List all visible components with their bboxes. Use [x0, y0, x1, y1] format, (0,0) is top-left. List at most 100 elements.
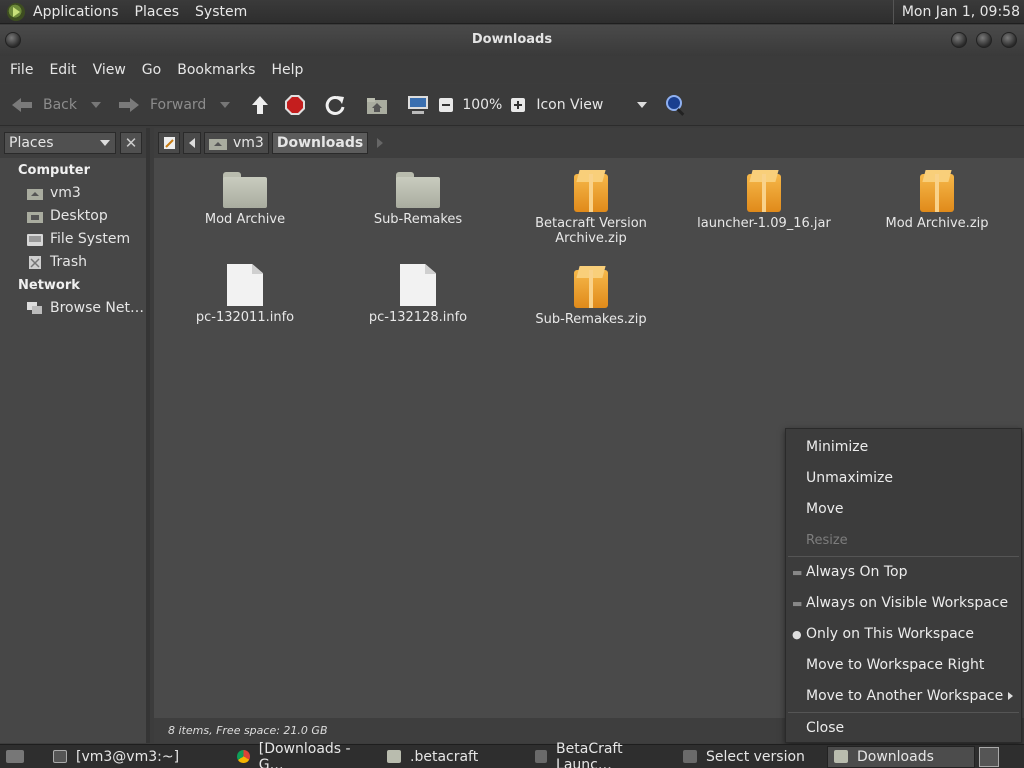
menu-item-minimize[interactable]: Minimize [786, 432, 1021, 463]
archive-icon [747, 174, 781, 212]
sidebar-item-trash[interactable]: Trash [0, 250, 146, 273]
computer-button[interactable] [406, 89, 430, 121]
toolbar: Back Forward 100% Icon View [0, 84, 1024, 126]
workspace-switcher[interactable] [979, 746, 999, 767]
show-desktop-button[interactable] [0, 746, 39, 768]
file-item[interactable]: Sub-Remakes [338, 172, 498, 227]
reload-button[interactable] [324, 89, 346, 121]
submenu-arrow-icon [1008, 692, 1013, 700]
chevron-right-icon[interactable] [377, 138, 384, 148]
file-item[interactable]: Sub-Remakes.zip [511, 270, 671, 327]
menu-file[interactable]: File [2, 62, 41, 78]
path-segment-label: vm3 [233, 135, 264, 151]
taskbar-item-label: [Downloads - G… [258, 740, 351, 768]
location-toggle-button[interactable] [158, 132, 180, 154]
menu-item-only-on-this-workspace[interactable]: ● Only on This Workspace [786, 619, 1021, 650]
menu-go[interactable]: Go [134, 62, 169, 78]
folder-icon [223, 172, 267, 208]
sidebar-close-button[interactable]: ✕ [120, 132, 142, 154]
file-name-line2: Archive.zip [555, 231, 627, 246]
zoom-in-icon [511, 97, 526, 112]
computer-icon [408, 95, 429, 114]
file-item[interactable]: Betacraft Version Archive.zip [511, 174, 671, 246]
sidebar-item-browse-network[interactable]: Browse Net… [0, 296, 146, 319]
desktop-folder-icon [27, 211, 43, 223]
path-segment-label: Downloads [276, 135, 364, 151]
window-titlebar[interactable]: Downloads [0, 25, 1024, 56]
path-segment-vm3[interactable]: vm3 [204, 132, 269, 154]
view-mode-select[interactable]: Icon View [536, 89, 653, 121]
places-menu[interactable]: Places [127, 0, 188, 24]
sidebar-item-vm3[interactable]: vm3 [0, 181, 146, 204]
zoom-out-button[interactable] [438, 89, 454, 121]
taskbar-item-label: [vm3@vm3:~] [76, 748, 180, 765]
sidebar-pane-selector[interactable]: Places [4, 132, 116, 154]
minimize-icon[interactable] [951, 32, 967, 48]
menu-help[interactable]: Help [263, 62, 311, 78]
stop-icon [285, 94, 306, 115]
back-button[interactable]: Back [10, 89, 77, 121]
sidebar-item-label: vm3 [50, 184, 81, 201]
search-button[interactable] [665, 89, 687, 121]
menu-item-always-on-top[interactable]: ▬ Always On Top [786, 557, 1021, 588]
taskbar-item-terminal[interactable]: [vm3@vm3:~] [47, 746, 225, 768]
taskbar-item-select-version[interactable]: Select version [677, 746, 821, 768]
file-item[interactable]: Mod Archive [165, 172, 325, 227]
menu-item-move-to-another-workspace[interactable]: Move to Another Workspace [786, 681, 1021, 712]
sidebar-item-desktop[interactable]: Desktop [0, 204, 146, 227]
taskbar: [vm3@vm3:~] [Downloads - G… .betacraft B… [0, 741, 1024, 768]
chevron-down-icon [100, 140, 110, 146]
file-name: pc-132011.info [195, 310, 295, 325]
top-panel: Applications Places System Mon Jan 1, 09… [0, 0, 1024, 24]
file-name: launcher-1.09_16.jar [697, 216, 831, 231]
up-arrow-icon [252, 95, 269, 114]
home-folder-icon [209, 139, 227, 150]
taskbar-item-betacraft-folder[interactable]: .betacraft [381, 746, 523, 768]
home-button[interactable] [366, 89, 388, 121]
file-item[interactable]: pc-132128.info [338, 264, 498, 325]
menu-item-unmaximize[interactable]: Unmaximize [786, 463, 1021, 494]
applications-menu[interactable]: Applications [25, 0, 127, 24]
chevron-left-icon [189, 138, 195, 148]
folder-icon [387, 750, 401, 763]
back-history-dropdown-icon[interactable] [91, 101, 101, 108]
up-button[interactable] [250, 89, 270, 121]
archive-icon [920, 174, 954, 212]
taskbar-item-browser[interactable]: [Downloads - G… [231, 741, 375, 768]
system-menu[interactable]: System [187, 0, 255, 24]
file-item[interactable]: Mod Archive.zip [857, 174, 1017, 231]
file-name: Betacraft Version [535, 216, 647, 231]
menu-item-move-to-workspace-right[interactable]: Move to Workspace Right [786, 650, 1021, 681]
menu-view[interactable]: View [85, 62, 134, 78]
stop-button[interactable] [284, 89, 306, 121]
close-icon[interactable] [1001, 32, 1017, 48]
forward-history-dropdown-icon[interactable] [220, 101, 231, 108]
menu-item-move[interactable]: Move [786, 494, 1021, 525]
menu-item-close[interactable]: Close [786, 713, 1021, 744]
menu-item-always-on-visible-workspace[interactable]: ▬ Always on Visible Workspace [786, 588, 1021, 619]
taskbar-item-betacraft-launcher[interactable]: BetaCraft Launc… [529, 741, 671, 768]
show-desktop-icon [6, 750, 24, 763]
clock[interactable]: Mon Jan 1, 09:58 [892, 0, 1020, 24]
path-segment-downloads[interactable]: Downloads [271, 132, 369, 154]
forward-button[interactable]: Forward [117, 89, 206, 121]
archive-icon [574, 174, 608, 212]
gnome-logo-icon[interactable] [7, 2, 25, 21]
window-menu-icon[interactable] [5, 32, 21, 48]
maximize-icon[interactable] [976, 32, 992, 48]
menu-edit[interactable]: Edit [41, 62, 84, 78]
taskbar-item-downloads[interactable]: Downloads [827, 745, 975, 768]
path-back-button[interactable] [183, 132, 201, 154]
file-item[interactable]: pc-132011.info [165, 264, 325, 325]
file-name: Sub-Remakes [373, 212, 463, 227]
file-name: Mod Archive [204, 212, 286, 227]
archive-icon [574, 270, 608, 308]
java-app-icon [683, 750, 697, 763]
search-icon [666, 94, 685, 116]
menu-bookmarks[interactable]: Bookmarks [169, 62, 263, 78]
file-item[interactable]: launcher-1.09_16.jar [684, 174, 844, 231]
folder-icon [396, 172, 440, 208]
zoom-in-button[interactable] [510, 89, 526, 121]
sidebar-item-file-system[interactable]: File System [0, 227, 146, 250]
network-icon [27, 301, 42, 314]
